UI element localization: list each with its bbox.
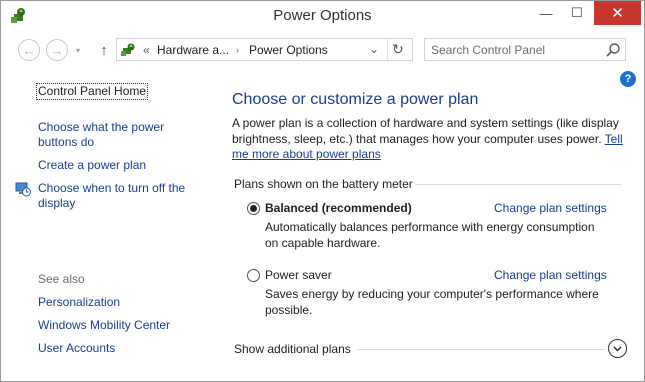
title-bar: Power Options — ☐ ✕ [1, 1, 644, 31]
balanced-plan-description: Automatically balances performance with … [265, 220, 595, 250]
breadcrumb-power-options[interactable]: Power Options [249, 43, 328, 57]
monitor-clock-icon [15, 182, 31, 197]
intro-text: A power plan is a collection of hardware… [232, 116, 619, 146]
create-power-plan-link[interactable]: Create a power plan [38, 158, 146, 173]
power-saver-radio[interactable] [247, 269, 260, 282]
search-box[interactable] [424, 38, 626, 61]
plans-group-divider [416, 184, 621, 185]
power-saver-plan-label[interactable]: Power saver [265, 268, 332, 282]
control-panel-home-link[interactable]: Control Panel Home [36, 83, 149, 100]
control-panel-icon [121, 43, 135, 56]
address-bar[interactable]: « Hardware a... › Power Options ⌄ ↻ [116, 38, 413, 61]
power-saver-change-settings-link[interactable]: Change plan settings [494, 268, 607, 282]
show-additional-plans-divider [357, 349, 605, 350]
turn-off-display-link[interactable]: Choose when to turn off the display [38, 181, 198, 211]
up-button[interactable]: ↑ [93, 39, 115, 61]
address-divider [387, 39, 388, 60]
see-also-label: See also [38, 272, 85, 286]
search-icon[interactable] [605, 42, 621, 58]
choose-power-buttons-link[interactable]: Choose what the power buttons do [38, 120, 188, 150]
expand-chevron-icon[interactable] [608, 339, 627, 358]
balanced-plan-label[interactable]: Balanced (recommended) [265, 201, 412, 215]
refresh-icon[interactable]: ↻ [392, 41, 404, 58]
address-dropdown-icon[interactable]: ⌄ [369, 42, 379, 56]
left-pane: Control Panel Home Choose what the power… [1, 71, 206, 381]
recent-locations-chevron-icon[interactable]: ▾ [71, 39, 85, 61]
back-button[interactable]: ← [18, 39, 40, 61]
personalization-link[interactable]: Personalization [38, 295, 120, 310]
chevron-down-icon [613, 346, 622, 352]
breadcrumb-separator-icon[interactable]: › [236, 45, 239, 55]
intro-paragraph: A power plan is a collection of hardware… [232, 116, 624, 163]
power-options-window: Power Options — ☐ ✕ ← → ▾ ↑ « Hardware a… [0, 0, 645, 382]
windows-mobility-center-link[interactable]: Windows Mobility Center [38, 318, 170, 333]
page-title: Choose or customize a power plan [232, 91, 479, 108]
navigation-bar: ← → ▾ ↑ « Hardware a... › Power Options … [1, 36, 644, 64]
power-saver-plan-description: Saves energy by reducing your computer's… [265, 287, 599, 317]
forward-button[interactable]: → [46, 39, 68, 61]
maximize-button[interactable]: ☐ [562, 1, 592, 25]
breadcrumb-hardware[interactable]: Hardware a... [157, 43, 229, 57]
help-icon[interactable]: ? [620, 71, 636, 87]
show-additional-plans-label[interactable]: Show additional plans [234, 342, 351, 356]
plans-group-label: Plans shown on the battery meter [234, 177, 413, 191]
balanced-radio[interactable] [247, 202, 260, 215]
minimize-button[interactable]: — [531, 1, 561, 25]
user-accounts-link[interactable]: User Accounts [38, 341, 115, 356]
close-button[interactable]: ✕ [594, 1, 641, 25]
balanced-change-settings-link[interactable]: Change plan settings [494, 201, 607, 215]
address-overflow-icon[interactable]: « [143, 43, 150, 57]
search-input[interactable] [431, 41, 596, 58]
